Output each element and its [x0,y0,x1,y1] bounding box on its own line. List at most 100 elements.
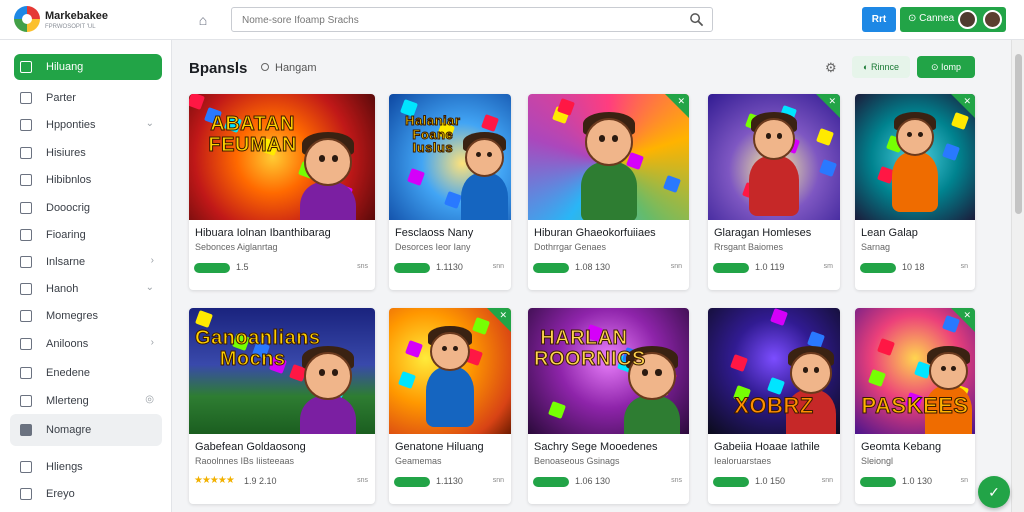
game-thumbnail[interactable]: ✕ [855,94,975,220]
game-card[interactable]: HARLAN ROORNICS Sachry Sege Mooedenes Beno… [528,308,689,504]
sidebar-item-hibibnlos[interactable]: Hibibnlos [14,167,162,193]
sidebar-item-mlerteng[interactable]: Mlerteng ◎ [14,388,162,414]
rating-value: 1.0 119 [755,262,785,272]
game-thumbnail[interactable]: Ganoanlians Mocns [189,308,375,434]
sidebar-item-label: Momegres [46,310,98,322]
sidebar-item-fioaring[interactable]: Fioaring [14,222,162,248]
sidebar-item-hpponties[interactable]: Hpponties ⌄ [14,112,162,138]
info-icon[interactable]: ◎ [145,394,154,405]
character-body [300,182,357,220]
chevron-down-icon[interactable]: ⌄ [146,118,154,129]
primary-action-button[interactable]: Rrt [862,7,896,32]
rating-row: 10 18 sn [860,262,970,274]
more-link[interactable]: sm [824,263,833,270]
game-thumbnail[interactable]: ✕ [389,308,511,434]
square-icon [20,488,32,500]
game-title[interactable]: Gabeiia Hoaae Iathile [714,441,820,453]
filter-icon[interactable]: ⚙ [825,60,839,75]
pill-label: Rinnce [870,62,899,72]
game-thumbnail[interactable]: Halaniar Foane Iuslus [389,94,511,220]
more-link[interactable]: snn [671,263,682,270]
scrollbar-thumb[interactable] [1015,54,1022,214]
character-face [929,352,968,391]
game-thumbnail[interactable]: XOBRZ [708,308,840,434]
more-link[interactable]: sn [961,477,968,484]
game-card[interactable]: Halaniar Foane Iuslus Fesclaoss Nany Desor… [389,94,511,290]
game-title[interactable]: Geomta Kebang [861,441,941,453]
sidebar-item-ereyo[interactable]: Ereyo [14,481,162,507]
more-link[interactable]: sns [357,263,368,270]
game-title[interactable]: Hibuara Iolnan Ibanthibarag [195,227,331,239]
square-icon [20,283,32,295]
game-title[interactable]: Gabefean Goldaosong [195,441,306,453]
rating-row: 1.0 130 sn [860,476,970,488]
avatar[interactable] [983,10,1002,29]
sidebar-item-hiluang[interactable]: Hiluang [14,54,162,80]
filter-pill-light[interactable]: ◐ Rinnce [852,56,910,78]
search-input[interactable] [242,12,672,28]
sidebar-item-hliengs[interactable]: Hliengs [14,454,162,480]
sidebar-item-momegres[interactable]: Momegres [14,303,162,329]
game-card[interactable]: ABATAN FEUMAN Hibuara Iolnan Ibanthibarag… [189,94,375,290]
game-thumbnail[interactable]: ✕ [708,94,840,220]
more-link[interactable]: snn [493,477,504,484]
game-card[interactable]: XOBRZ Gabeiia Hoaae Iathile Iealoruarstaes… [708,308,840,504]
game-card[interactable]: ✕ Glaragan Homleses Rrsgant Baiomes 1.0 119… [708,94,840,290]
rating-row: 1.0 119 sm [713,262,835,274]
more-link[interactable]: snn [822,477,833,484]
sidebar-item-nomagre[interactable]: Nomagre [10,414,162,446]
game-card[interactable]: Ganoanlians Mocns Gabefean Goldaosong Raoo… [189,308,375,504]
square-icon [20,174,32,186]
rating-value: 1.9 2.10 [244,476,277,486]
rating-badge [860,263,896,273]
game-thumbnail[interactable]: ✕ [528,94,689,220]
more-link[interactable]: sns [357,477,368,484]
sidebar-item-hanoh[interactable]: Hanoh ⌄ [14,276,162,302]
account-button[interactable]: ⊙ Cannea [900,7,1006,32]
rating-badge [860,477,896,487]
game-title[interactable]: Hiburan Ghaeokorfuiiaes [534,227,656,239]
game-card[interactable]: ✕ Genatone Hiluang Geamemas 1.1130 snn [389,308,511,504]
fab-button[interactable]: ✓ [978,476,1010,508]
sidebar-item-dooocrig[interactable]: Dooocrig [14,195,162,221]
search-bar[interactable] [231,7,713,32]
game-card[interactable]: ✕ Hiburan Ghaeokorfuiiaes Dothrrgar Genaes… [528,94,689,290]
game-title[interactable]: Lean Galap [861,227,918,239]
rating-badge [533,477,569,487]
game-title[interactable]: Sachry Sege Mooedenes [534,441,658,453]
grid-icon [20,61,32,73]
filter-pill-dark[interactable]: ⊙ Iomp [917,56,975,78]
scrollbar[interactable] [1011,40,1024,512]
rating-row: 1.0 150 snn [713,476,835,488]
sidebar-item-hisiures[interactable]: Hisiures [14,140,162,166]
sidebar-item-aniloons[interactable]: Aniloons › [14,331,162,357]
game-logo-text: PASKEES [861,393,969,418]
home-icon[interactable]: ⌂ [194,11,212,29]
sidebar-item-inlsarne[interactable]: Inlsarne › [14,249,162,275]
more-link[interactable]: sn [961,263,968,270]
sidebar-item-parter[interactable]: Parter [14,85,162,111]
more-link[interactable]: snn [493,263,504,270]
game-thumbnail[interactable]: ABATAN FEUMAN [189,94,375,220]
chevron-right-icon[interactable]: › [151,255,154,266]
game-card[interactable]: PASKEES ✕ Geomta Kebang Sleiongl 1.0 130 sn [855,308,975,504]
game-title[interactable]: Glaragan Homleses [714,227,811,239]
game-title[interactable]: Genatone Hiluang [395,441,484,453]
chevron-right-icon[interactable]: › [151,337,154,348]
game-card[interactable]: ✕ Lean Galap Sarnag 10 18 sn [855,94,975,290]
game-meta: Desorces Ieor Iany [395,242,471,252]
avatar[interactable] [958,10,977,29]
character-body [891,152,939,213]
game-thumbnail[interactable]: PASKEES ✕ [855,308,975,434]
app-logo-icon[interactable] [14,6,40,32]
more-link[interactable]: sns [671,477,682,484]
character-face [789,352,833,395]
search-icon[interactable] [689,12,704,27]
chevron-down-icon[interactable]: ⌄ [146,282,154,293]
rating-badge [394,477,430,487]
game-title[interactable]: Fesclaoss Nany [395,227,473,239]
sidebar-item-enedene[interactable]: Enedene [14,360,162,386]
game-thumbnail[interactable]: HARLAN ROORNICS [528,308,689,434]
square-icon [20,256,32,268]
sidebar-item-label: Hiluang [46,61,84,73]
